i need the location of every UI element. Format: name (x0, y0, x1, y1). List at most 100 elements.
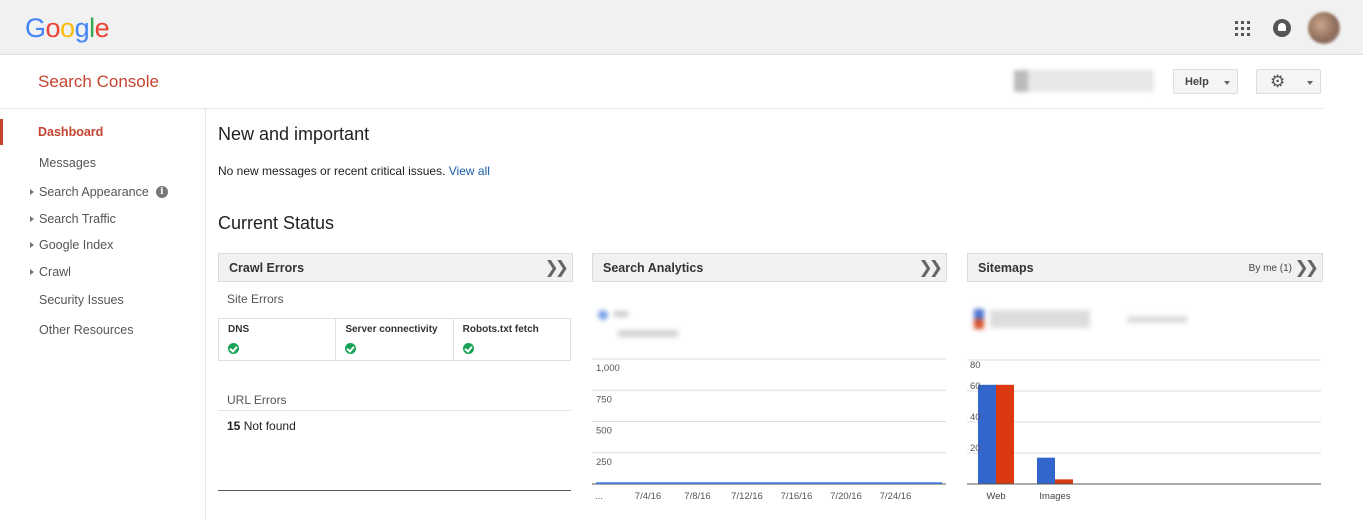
check-icon (462, 343, 474, 354)
site-error-label: Robots.txt fetch (462, 324, 539, 335)
sidebar-item-label: Search Traffic (39, 212, 116, 226)
sidebar-item-other-resources[interactable]: Other Resources (0, 317, 206, 343)
divider (218, 410, 571, 411)
site-error-robots-fetch[interactable]: Robots.txt fetch (454, 319, 570, 360)
logo-letter: e (94, 13, 110, 43)
apps-grid-icon[interactable] (1235, 21, 1250, 36)
card-title: Crawl Errors (229, 260, 305, 275)
logo-letter: o (60, 13, 75, 43)
bar (1037, 457, 1055, 484)
sidebar-item-label: Search Appearance (39, 185, 149, 199)
y-tick-label: 500 (596, 426, 612, 437)
double-chevron-right-icon[interactable]: ❯❯ (545, 258, 569, 278)
sidebar-item-security-issues[interactable]: Security Issues (0, 287, 206, 313)
sitemaps-filter[interactable]: By me (1) (1249, 263, 1292, 274)
x-tick-label: Images (1039, 491, 1070, 502)
help-button[interactable]: Help (1173, 69, 1238, 94)
legend-checkbox-blurred[interactable] (598, 310, 608, 320)
site-error-label: Server connectivity (345, 324, 438, 335)
x-tick-label: 7/8/16 (684, 491, 710, 502)
y-tick-label: 1,000 (596, 363, 620, 374)
crawl-errors-card: Crawl Errors ❯❯ (218, 253, 573, 282)
y-tick-label: 80 (970, 360, 981, 371)
card-title: Sitemaps (978, 260, 1034, 275)
url-errors-type: Not found (243, 419, 296, 433)
site-error-dns[interactable]: DNS (219, 319, 337, 360)
divider (218, 490, 571, 491)
double-chevron-right-icon[interactable]: ❯❯ (1295, 258, 1319, 278)
sitemaps-chart: Web Images 80 60 40 20 (967, 359, 1321, 502)
sitemaps-header[interactable]: Sitemaps By me (1) ❯❯ (967, 253, 1323, 282)
y-tick-label: 20 (970, 443, 981, 454)
x-tick-label: 7/12/16 (731, 491, 763, 502)
section-title-new-important: New and important (218, 124, 370, 144)
gear-icon: ⚙ (1270, 72, 1286, 91)
site-error-server-connectivity[interactable]: Server connectivity (336, 319, 454, 360)
bar (996, 384, 1014, 484)
site-errors-label: Site Errors (227, 292, 284, 306)
double-chevron-right-icon[interactable]: ❯❯ (919, 258, 943, 278)
site-errors-table: DNS Server connectivity Robots.txt fetch (218, 318, 571, 361)
legend-labels-blurred (990, 310, 1090, 328)
sidebar-item-label: Messages (39, 156, 96, 170)
x-tick-label: 7/4/16 (635, 491, 661, 502)
sidebar-item-search-appearance[interactable]: Search Appearance i (0, 179, 206, 205)
app-title[interactable]: Search Console (38, 72, 159, 92)
sidebar-item-label: Google Index (39, 238, 114, 252)
y-tick-label: 250 (596, 457, 612, 468)
google-logo[interactable]: Google (25, 13, 110, 44)
sidebar-item-search-traffic[interactable]: Search Traffic (0, 206, 206, 232)
crawl-errors-header[interactable]: Crawl Errors ❯❯ (218, 253, 573, 282)
legend-extra-blurred (1127, 316, 1187, 323)
sidebar-item-dashboard[interactable]: Dashboard (0, 119, 206, 145)
search-analytics-chart: 1,000 750 500 250... 7/4/16 7/8/16 7/12/16 7/16… (592, 358, 946, 502)
legend-value-blurred (618, 330, 678, 337)
x-tick-label: 7/24/16 (880, 491, 912, 502)
app-header: Search Console Help ⚙ (0, 55, 1323, 109)
logo-letter: o (45, 13, 61, 43)
sidebar-item-crawl[interactable]: Crawl (0, 259, 206, 285)
sidebar-item-label: Security Issues (39, 293, 124, 307)
legend-swatches-blurred (974, 309, 984, 329)
avatar[interactable] (1308, 12, 1340, 44)
sitemaps-card: Sitemaps By me (1) ❯❯ (967, 253, 1323, 282)
expand-arrow-icon (30, 189, 34, 195)
site-error-label: DNS (228, 324, 250, 335)
logo-letter: g (74, 13, 90, 43)
settings-button[interactable]: ⚙ (1256, 69, 1321, 94)
search-analytics-header[interactable]: Search Analytics ❯❯ (592, 253, 947, 282)
sidebar-item-label: Crawl (39, 265, 71, 279)
sidebar-item-messages[interactable]: Messages (0, 150, 206, 176)
sidebar-item-google-index[interactable]: Google Index (0, 232, 206, 258)
check-icon (228, 343, 239, 354)
property-selector[interactable] (1014, 70, 1154, 92)
notifications-bell-icon[interactable] (1273, 19, 1291, 37)
y-tick-label: 40 (970, 412, 981, 423)
chevron-down-icon (1224, 81, 1230, 85)
y-tick-label: 60 (970, 381, 981, 392)
notice-text: No new messages or recent critical issue… (218, 164, 490, 178)
chevron-down-icon (1307, 81, 1313, 85)
check-icon (345, 343, 357, 354)
top-bar: Google (0, 0, 1363, 55)
info-icon[interactable]: i (155, 186, 168, 198)
bar (1055, 479, 1073, 484)
notice-message: No new messages or recent critical issue… (218, 164, 446, 178)
url-errors-count: 15 (227, 419, 241, 433)
y-tick-label: 750 (596, 394, 612, 405)
x-tick-label: ... (595, 491, 603, 502)
view-all-link[interactable]: View all (449, 164, 490, 178)
expand-arrow-icon (30, 269, 34, 275)
x-tick-label: 7/20/16 (830, 491, 862, 502)
card-title: Search Analytics (603, 260, 704, 275)
sidebar: Dashboard Messages Search Appearance i S… (0, 109, 206, 520)
x-tick-label: 7/16/16 (781, 491, 813, 502)
url-errors-not-found[interactable]: 15 Not found (227, 419, 296, 433)
sidebar-item-label: Dashboard (38, 125, 104, 139)
sidebar-item-label: Other Resources (39, 323, 134, 337)
expand-arrow-icon (30, 242, 34, 248)
section-title-current-status: Current Status (218, 213, 335, 233)
legend-label-blurred (614, 311, 628, 317)
logo-letter: G (25, 13, 46, 43)
x-tick-label: Web (986, 491, 1005, 502)
